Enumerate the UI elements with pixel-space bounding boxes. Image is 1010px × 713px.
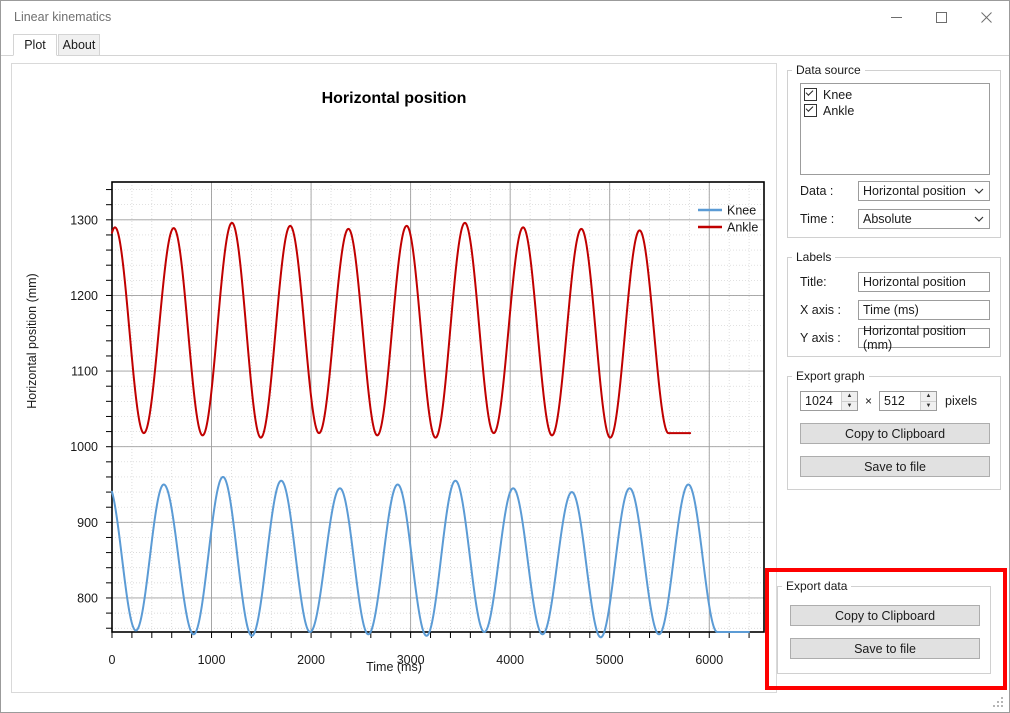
export-graph-group: Export graph 1024 ▲ ▼ × 512 ▲ ▼ pixels C… [787,369,1001,490]
yaxis-input[interactable]: Horizontal position (mm) [858,324,990,352]
data-source-legend: Data source [796,63,861,77]
data-select[interactable]: Horizontal position [858,181,990,201]
svg-text:5000: 5000 [596,653,624,667]
maximize-icon[interactable] [919,1,964,34]
svg-text:800: 800 [77,591,98,605]
export-data-copy-button[interactable]: Copy to Clipboard [790,605,980,626]
export-size-units: pixels [945,394,977,408]
list-item[interactable]: Knee [804,87,989,102]
export-data-column: Export data Copy to Clipboard Save to fi… [777,579,991,686]
chevron-down-icon [974,188,984,194]
tab-plot[interactable]: Plot [13,34,57,56]
labels-legend: Labels [796,250,832,264]
chevron-down-icon [974,216,984,222]
export-graph-legend: Export graph [796,369,865,383]
export-height-spin-buttons[interactable]: ▲ ▼ [920,392,937,411]
title-field-label: Title: [800,275,827,289]
time-select-label: Time : [800,212,835,226]
xaxis-field-label: X axis : [800,303,841,317]
application-window: Linear kinematics Plot About Horizontal … [0,0,1010,713]
plot-panel: Horizontal position Horizontal position … [11,63,777,693]
time-select-value: Absolute [863,212,912,226]
spin-up-icon[interactable]: ▲ [921,392,937,402]
yaxis-field-label: Y axis : [800,331,841,345]
data-select-value: Horizontal position [863,184,966,198]
export-width-spin-buttons[interactable]: ▲ ▼ [841,392,857,410]
spin-up-icon[interactable]: ▲ [842,392,857,402]
title-input-value: Horizontal position [863,275,966,289]
data-select-label: Data : [800,184,834,198]
export-height-value: 512 [884,394,905,408]
tab-about[interactable]: About [58,34,100,56]
data-select-row: Data : Horizontal position [800,181,990,201]
labels-group: Labels Title: Horizontal position X axis… [787,250,1001,357]
controls-column: Data source Knee Ankle Data : Horizontal… [787,63,1001,502]
svg-text:0: 0 [109,653,116,667]
svg-text:1000: 1000 [198,653,226,667]
svg-text:Knee: Knee [727,204,756,218]
xaxis-field-row: X axis : Time (ms) [800,300,990,320]
svg-text:3000: 3000 [397,653,425,667]
svg-text:900: 900 [77,516,98,530]
yaxis-input-value: Horizontal position (mm) [863,324,966,352]
svg-text:1300: 1300 [70,213,98,227]
window-controls [874,1,1009,34]
time-select[interactable]: Absolute [858,209,990,229]
svg-text:6000: 6000 [695,653,723,667]
spin-down-icon[interactable]: ▼ [842,402,857,411]
title-input[interactable]: Horizontal position [858,272,990,292]
list-item[interactable]: Ankle [804,103,989,118]
close-icon[interactable] [964,1,1009,34]
export-graph-save-button[interactable]: Save to file [800,456,990,477]
checkbox-knee[interactable] [804,88,817,101]
chart-canvas: 0 1000 2000 3000 4000 5000 6000 800 900 1000 1100 1… [70,181,765,667]
tab-about-label: About [62,38,96,52]
resize-grip-icon[interactable] [993,697,1005,709]
svg-text:1100: 1100 [71,365,98,379]
checkbox-knee-label: Knee [823,87,853,102]
checkbox-ankle[interactable] [804,104,817,117]
export-height-stepper[interactable]: 512 ▲ ▼ [879,391,938,411]
data-source-listbox[interactable]: Knee Ankle [800,83,990,175]
svg-text:4000: 4000 [496,653,524,667]
export-data-save-label: Save to file [854,641,916,656]
export-data-legend: Export data [786,579,848,593]
checkbox-ankle-label: Ankle [823,103,855,118]
svg-text:2000: 2000 [297,653,325,667]
export-width-stepper[interactable]: 1024 ▲ ▼ [800,391,858,411]
title-bar: Linear kinematics [1,1,1009,34]
export-graph-save-label: Save to file [864,459,926,474]
time-select-row: Time : Absolute [800,209,990,229]
export-data-group: Export data Copy to Clipboard Save to fi… [777,579,991,674]
yaxis-field-row: Y axis : Horizontal position (mm) [800,324,990,352]
export-size-row: 1024 ▲ ▼ × 512 ▲ ▼ pixels [800,391,990,411]
svg-text:Ankle: Ankle [727,221,758,235]
export-graph-copy-button[interactable]: Copy to Clipboard [800,423,990,444]
tab-strip: Plot About [1,34,1009,56]
xaxis-input[interactable]: Time (ms) [858,300,990,320]
tab-plot-label: Plot [24,38,46,52]
window-title: Linear kinematics [14,10,112,24]
spin-down-icon[interactable]: ▼ [921,402,936,411]
export-width-value: 1024 [805,394,833,408]
svg-text:1200: 1200 [70,289,98,303]
xaxis-input-value: Time (ms) [863,303,919,317]
export-graph-copy-label: Copy to Clipboard [844,426,946,441]
export-data-save-button[interactable]: Save to file [790,638,980,659]
minimize-icon[interactable] [874,1,919,34]
export-data-copy-label: Copy to Clipboard [834,608,936,623]
title-field-row: Title: Horizontal position [800,272,990,292]
data-source-group: Data source Knee Ankle Data : Horizontal… [787,63,1001,238]
svg-text:1000: 1000 [70,440,98,454]
size-times-symbol: × [865,394,873,408]
